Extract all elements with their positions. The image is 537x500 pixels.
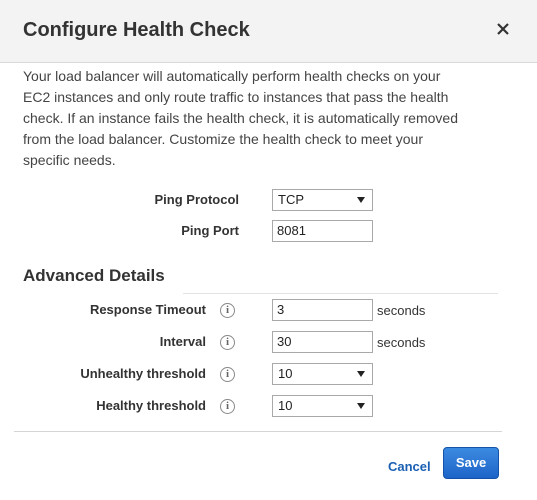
save-button[interactable]: Save bbox=[443, 447, 499, 479]
response-timeout-input[interactable]: 3 bbox=[272, 299, 373, 321]
dialog-description: Your load balancer will automatically pe… bbox=[23, 68, 458, 168]
ping-protocol-label: Ping Protocol bbox=[154, 192, 240, 207]
response-timeout-label: Response Timeout bbox=[89, 302, 206, 317]
section-divider bbox=[183, 293, 498, 294]
info-icon[interactable]: i bbox=[220, 303, 235, 318]
footer-divider bbox=[14, 431, 502, 432]
response-timeout-unit: seconds bbox=[377, 303, 426, 318]
healthy-threshold-select[interactable]: 10 bbox=[272, 395, 373, 417]
chevron-down-icon bbox=[357, 403, 365, 409]
info-icon[interactable]: i bbox=[220, 399, 235, 414]
info-icon[interactable]: i bbox=[220, 367, 235, 382]
chevron-down-icon bbox=[357, 371, 365, 377]
advanced-details-title: Advanced Details bbox=[23, 266, 165, 285]
cancel-button[interactable]: Cancel bbox=[388, 459, 431, 474]
interval-input[interactable]: 30 bbox=[272, 331, 373, 353]
unhealthy-threshold-label: Unhealthy threshold bbox=[80, 366, 206, 381]
dialog-title: Configure Health Check bbox=[23, 19, 250, 41]
ping-port-label: Ping Port bbox=[181, 223, 239, 238]
ping-protocol-select[interactable]: TCP bbox=[272, 189, 373, 211]
unhealthy-threshold-value: 10 bbox=[278, 366, 293, 381]
ping-protocol-value: TCP bbox=[278, 192, 304, 207]
interval-label: Interval bbox=[159, 334, 206, 349]
unhealthy-threshold-select[interactable]: 10 bbox=[272, 363, 373, 385]
healthy-threshold-value: 10 bbox=[278, 398, 293, 413]
chevron-down-icon bbox=[357, 197, 365, 203]
info-icon[interactable]: i bbox=[220, 335, 235, 350]
interval-unit: seconds bbox=[377, 335, 426, 350]
close-icon[interactable] bbox=[495, 21, 511, 37]
healthy-threshold-label: Healthy threshold bbox=[96, 398, 206, 413]
ping-port-input[interactable]: 8081 bbox=[272, 220, 373, 242]
dialog-header: Configure Health Check bbox=[0, 0, 537, 63]
